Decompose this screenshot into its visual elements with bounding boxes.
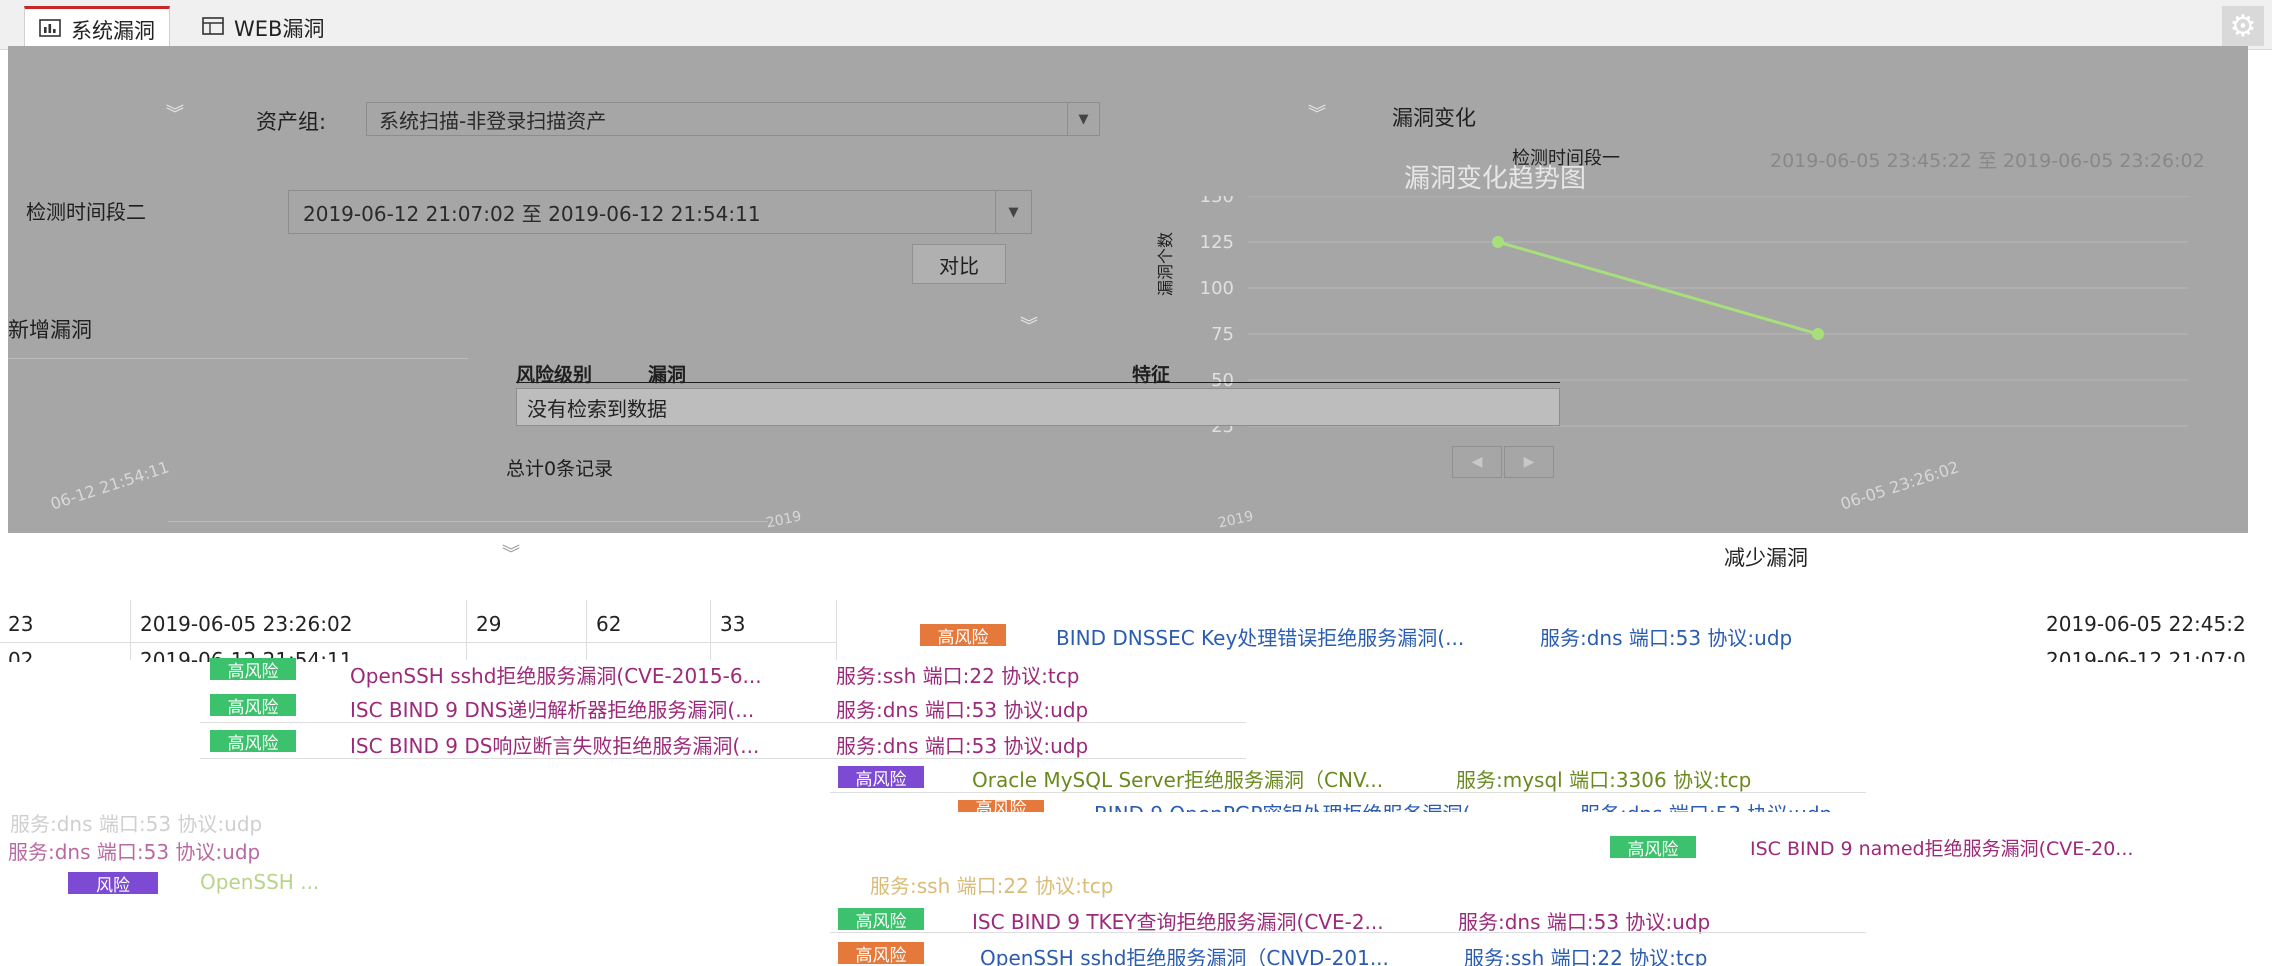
vul-feature: 服务:dns 端口:53 协议:udp [1458,910,1711,934]
tab-web-vul-label: WEB漏洞 [234,17,325,41]
history-count: 62 [596,612,622,636]
risk-badge: 高风险 [210,694,296,718]
vul-link[interactable]: BIND 9 OpenPGP密钥处理拒绝服务漏洞(... [1094,798,1489,812]
tab-web-vul[interactable]: WEB漏洞 [188,6,338,50]
vul-link[interactable]: OpenSSH sshd拒绝服务漏洞（CNVD-201... [980,942,1389,966]
chevron-down-icon[interactable]: ︾ [164,106,186,124]
risk-badge: 高风险 [838,766,924,790]
header-divider [516,382,1560,383]
col-divider [710,600,711,660]
asset-group-select[interactable]: 系统扫描-非登录扫描资产 ▼ [366,102,1100,136]
vul-link[interactable]: ISC BIND 9 DS响应断言失败拒绝服务漏洞(... [350,730,759,759]
tab-system-vul-label: 系统漏洞 [71,18,155,43]
ghost-text: 服务:dns 端口:53 协议:udp [10,812,263,836]
bar-chart-icon [39,18,61,42]
history-cell: 23 [8,612,34,636]
vul-feature: 服务:dns 端口:53 协议:udp [836,734,1089,758]
vul-feature: 服务:ssh 端口:22 协议:tcp [1464,946,1708,966]
y-tick-label: 100 [1200,278,1234,299]
chart-title: 漏洞变化趋势图 [1404,164,1587,194]
risk-badge: 高风险 [838,942,924,966]
risk-badge: 高风险 [210,658,296,682]
risk-badge: 高风险 [1610,836,1696,860]
vul-link[interactable]: OpenSSH sshd拒绝服务漏洞(CVE-2015-6... [350,660,762,689]
reduce-vuls-label: 减少漏洞 [1724,546,1808,570]
period1-value: 2019-06-05 23:45:22 至 2019-06-05 23:26:0… [1770,150,2205,172]
prev-page-button[interactable]: ◀ [1452,446,1502,478]
vul-link[interactable]: ISC BIND 9 TKEY查询拒绝服务漏洞(CVE-2... [972,906,1384,935]
no-data-row: 没有检索到数据 [516,388,1560,426]
chevron-down-icon[interactable]: ︾ [1306,106,1328,124]
period2-select[interactable]: 2019-06-12 21:07:02 至 2019-06-12 21:54:1… [288,190,1032,234]
risk-badge: 高风险 [920,624,1006,648]
tab-bar: 系统漏洞 WEB漏洞 ⚙ [0,0,2272,50]
gear-icon[interactable]: ⚙ [2222,6,2264,46]
history-cell: 02 [8,648,34,662]
compare-button[interactable]: 对比 [912,244,1006,284]
ghost-x-label: 06-12 21:54:11 [48,457,172,514]
col-divider [130,600,131,660]
risk-badge: 高风险 [838,908,924,932]
history-count: 29 [476,612,502,636]
period2-label: 检测时间段二 [26,200,146,224]
history-date: 2019-06-05 23:26:02 [140,612,353,636]
trend-chart: 150125100755025 [1200,196,2188,437]
vul-feature: 服务:dns 端口:53 协议:udp [1580,798,1832,812]
chevron-down-icon: ▼ [1067,103,1099,135]
risk-badge: 高风险 [210,730,296,754]
y-axis-label: 漏洞个数 [1156,231,1175,296]
y-tick-label: 150 [1200,196,1234,207]
data-point [1492,236,1504,248]
vul-feature: 服务:dns 端口:53 协议:udp [836,698,1089,722]
chevron-down-icon[interactable]: ︾ [500,546,522,564]
chevron-down-icon[interactable]: ︾ [1018,318,1040,336]
col-divider [836,600,837,660]
right-date: 2019-06-05 22:45:2 [2046,612,2246,636]
row-divider [200,722,1246,723]
vul-feature: 服务:ssh 端口:22 协议:tcp [836,664,1080,688]
row-divider [830,792,1866,793]
chevron-down-icon: ▼ [995,191,1031,233]
ghost-text: 服务:dns 端口:53 协议:udp [8,840,261,864]
ghost-text: OpenSSH ... [200,870,320,894]
new-vuls-label: 新增漏洞 [8,318,92,342]
risk-badge: 风险 [68,872,158,896]
ghost-year: 2019 [764,508,803,532]
right-date: 2019-06-12 21:07:0 [2046,648,2246,662]
risk-badge: 高风险 [958,800,1044,812]
divider [168,521,768,522]
y-tick-label: 75 [1211,324,1234,345]
vul-change-label: 漏洞变化 [1392,106,1476,130]
data-point [1812,328,1824,340]
next-page-button[interactable]: ▶ [1504,446,1554,478]
asset-group-label: 资产组: [256,110,327,134]
tab-system-vul[interactable]: 系统漏洞 [24,6,170,50]
divider [8,358,468,359]
vul-feature: 服务:dns 端口:53 协议:udp [1540,626,1793,650]
col-divider [586,600,587,660]
ghost-text: 服务:ssh 端口:22 协议:tcp [870,874,1114,898]
history-count: 33 [720,612,746,636]
vul-feature: 服务:mysql 端口:3306 协议:tcp [1456,768,1752,792]
table-icon [202,16,224,40]
y-tick-label: 125 [1200,232,1234,253]
vul-link[interactable]: BIND DNSSEC Key处理错误拒绝服务漏洞(... [1056,622,1464,651]
total-count: 总计0条记录 [506,458,614,480]
compare-panel: ︾ 资产组: 系统扫描-非登录扫描资产 ▼ ︾ 漏洞变化 检测时间段一 2019… [8,46,2248,533]
col-divider [466,600,467,660]
vul-link[interactable]: ISC BIND 9 DNS递归解析器拒绝服务漏洞(... [350,694,754,723]
row-divider [830,932,1866,933]
vul-link[interactable]: Oracle MySQL Server拒绝服务漏洞（CNV... [972,764,1383,793]
vul-link[interactable]: ISC BIND 9 named拒绝服务漏洞(CVE-20... [1750,834,2133,861]
row-divider [200,758,1246,759]
